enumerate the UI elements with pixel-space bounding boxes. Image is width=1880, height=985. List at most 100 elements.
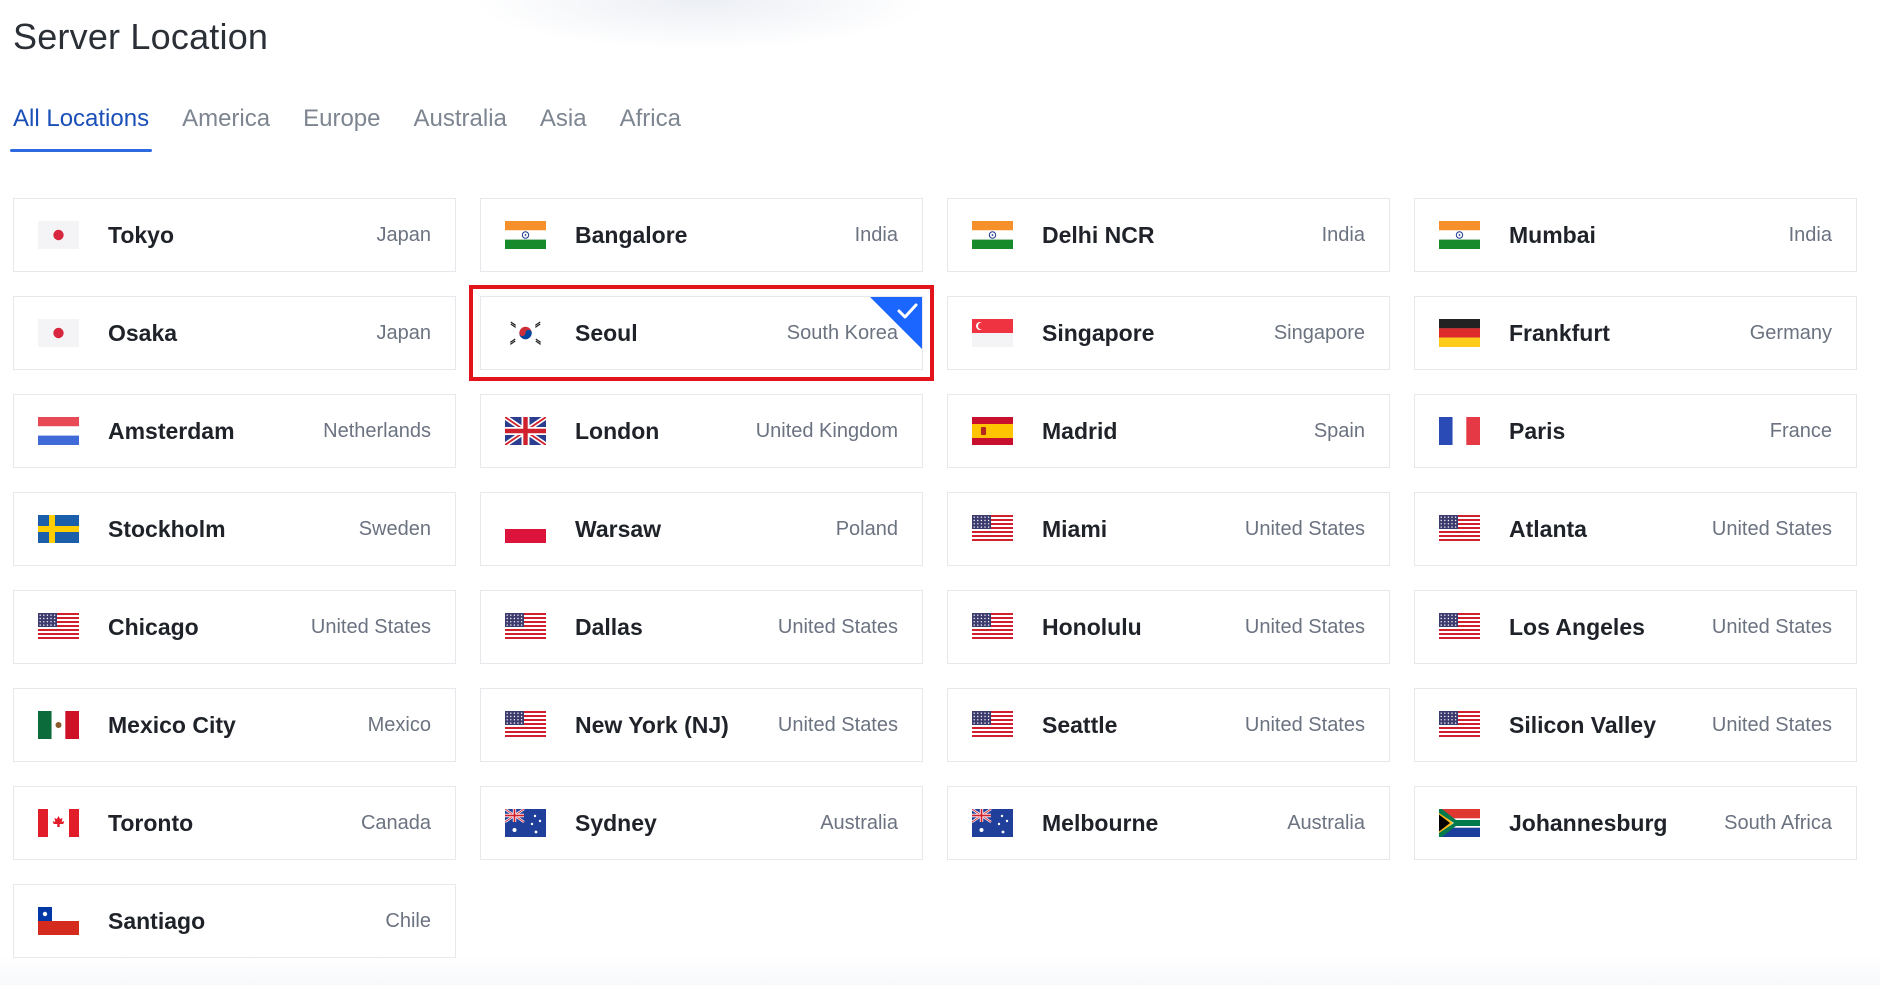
us-flag-icon bbox=[38, 613, 79, 641]
location-country: United States bbox=[1244, 615, 1365, 638]
location-city: London bbox=[575, 417, 660, 444]
location-city: Mumbai bbox=[1509, 221, 1596, 248]
pl-flag-icon bbox=[505, 515, 546, 543]
location-country: South Africa bbox=[1724, 811, 1832, 834]
au-flag-icon bbox=[505, 809, 546, 837]
us-flag-icon bbox=[505, 711, 546, 739]
location-card-london[interactable]: London United Kingdom bbox=[480, 394, 923, 468]
location-card-santiago[interactable]: Santiago Chile bbox=[13, 884, 456, 958]
location-card-johannesburg[interactable]: Johannesburg South Africa bbox=[1414, 786, 1857, 860]
location-city: Dallas bbox=[575, 613, 643, 640]
location-card-mumbai[interactable]: Mumbai India bbox=[1414, 198, 1857, 272]
location-city: Mexico City bbox=[108, 711, 236, 738]
location-city: Stockholm bbox=[108, 515, 226, 542]
location-country: India bbox=[1321, 223, 1365, 246]
tab-asia[interactable]: Asia bbox=[540, 104, 587, 152]
location-card-osaka[interactable]: Osaka Japan bbox=[13, 296, 456, 370]
fr-flag-icon bbox=[1439, 417, 1480, 445]
location-card-warsaw[interactable]: Warsaw Poland bbox=[480, 492, 923, 566]
tab-all-locations[interactable]: All Locations bbox=[9, 104, 153, 152]
location-card-atlanta[interactable]: Atlanta United States bbox=[1414, 492, 1857, 566]
location-country: United States bbox=[777, 615, 898, 638]
location-city: Sydney bbox=[575, 809, 657, 836]
us-flag-icon bbox=[505, 613, 546, 641]
location-city: Paris bbox=[1509, 417, 1566, 444]
location-city: Santiago bbox=[108, 907, 206, 934]
location-city: Chicago bbox=[108, 613, 199, 640]
location-city: Miami bbox=[1042, 515, 1108, 542]
sg-flag-icon bbox=[972, 319, 1013, 347]
location-card-seattle[interactable]: Seattle United States bbox=[947, 688, 1390, 762]
location-country: United States bbox=[1244, 713, 1365, 736]
location-city: Delhi NCR bbox=[1042, 221, 1155, 248]
location-card-silicon-valley[interactable]: Silicon Valley United States bbox=[1414, 688, 1857, 762]
location-card-stockholm[interactable]: Stockholm Sweden bbox=[13, 492, 456, 566]
location-city: Singapore bbox=[1042, 319, 1155, 346]
location-card-paris[interactable]: Paris France bbox=[1414, 394, 1857, 468]
location-card-tokyo[interactable]: Tokyo Japan bbox=[13, 198, 456, 272]
bottom-fade bbox=[0, 955, 1880, 985]
location-country: Netherlands bbox=[323, 419, 431, 442]
location-card-honolulu[interactable]: Honolulu United States bbox=[947, 590, 1390, 664]
mx-flag-icon bbox=[38, 711, 79, 739]
in-flag-icon bbox=[1439, 221, 1480, 249]
selected-check-icon bbox=[870, 297, 922, 349]
cl-flag-icon bbox=[38, 907, 79, 935]
tab-europe[interactable]: Europe bbox=[303, 104, 380, 152]
location-card-frankfurt[interactable]: Frankfurt Germany bbox=[1414, 296, 1857, 370]
gb-flag-icon bbox=[505, 417, 546, 445]
location-card-sydney[interactable]: Sydney Australia bbox=[480, 786, 923, 860]
tab-australia[interactable]: Australia bbox=[414, 104, 507, 152]
location-card-amsterdam[interactable]: Amsterdam Netherlands bbox=[13, 394, 456, 468]
de-flag-icon bbox=[1439, 319, 1480, 347]
location-city: Silicon Valley bbox=[1509, 711, 1657, 738]
location-card-madrid[interactable]: Madrid Spain bbox=[947, 394, 1390, 468]
location-card-mexico-city[interactable]: Mexico City Mexico bbox=[13, 688, 456, 762]
tab-america[interactable]: America bbox=[182, 104, 270, 152]
location-country: United States bbox=[310, 615, 431, 638]
location-country: Japan bbox=[376, 223, 432, 246]
location-city: Warsaw bbox=[575, 515, 662, 542]
location-country: India bbox=[854, 223, 898, 246]
location-city: Tokyo bbox=[108, 221, 175, 248]
location-card-singapore[interactable]: Singapore Singapore bbox=[947, 296, 1390, 370]
location-card-delhi-ncr[interactable]: Delhi NCR India bbox=[947, 198, 1390, 272]
location-card-dallas[interactable]: Dallas United States bbox=[480, 590, 923, 664]
location-country: Poland bbox=[835, 517, 898, 540]
location-city: Osaka bbox=[108, 319, 178, 346]
location-country: Japan bbox=[376, 321, 432, 344]
location-card-miami[interactable]: Miami United States bbox=[947, 492, 1390, 566]
location-card-toronto[interactable]: Toronto Canada bbox=[13, 786, 456, 860]
tab-africa[interactable]: Africa bbox=[620, 104, 681, 152]
location-card-seoul[interactable]: Seoul South Korea bbox=[469, 285, 934, 381]
location-card-los-angeles[interactable]: Los Angeles United States bbox=[1414, 590, 1857, 664]
location-country: Sweden bbox=[358, 517, 431, 540]
kr-flag-icon bbox=[505, 319, 546, 347]
location-city: Madrid bbox=[1042, 417, 1118, 444]
jp-flag-icon bbox=[38, 221, 79, 249]
location-card-chicago[interactable]: Chicago United States bbox=[13, 590, 456, 664]
jp-flag-icon bbox=[38, 319, 79, 347]
location-country: Singapore bbox=[1273, 321, 1365, 344]
location-card-bangalore[interactable]: Bangalore India bbox=[480, 198, 923, 272]
location-card-melbourne[interactable]: Melbourne Australia bbox=[947, 786, 1390, 860]
location-country: France bbox=[1769, 419, 1832, 442]
ca-flag-icon bbox=[38, 809, 79, 837]
location-country: United States bbox=[1711, 713, 1832, 736]
location-city: Frankfurt bbox=[1509, 319, 1610, 346]
location-country: United States bbox=[1244, 517, 1365, 540]
location-city: Los Angeles bbox=[1509, 613, 1645, 640]
se-flag-icon bbox=[38, 515, 79, 543]
location-country: Australia bbox=[820, 811, 898, 834]
location-country: Australia bbox=[1287, 811, 1365, 834]
location-city: Amsterdam bbox=[108, 417, 235, 444]
us-flag-icon bbox=[972, 711, 1013, 739]
location-city: Seoul bbox=[575, 319, 638, 346]
au-flag-icon bbox=[972, 809, 1013, 837]
location-city: Toronto bbox=[108, 809, 194, 836]
location-city: Bangalore bbox=[575, 221, 688, 248]
es-flag-icon bbox=[972, 417, 1013, 445]
location-city: Melbourne bbox=[1042, 809, 1159, 836]
region-tabs: All Locations America Europe Australia Asia A… bbox=[9, 104, 714, 152]
location-card-new-york-nj[interactable]: New York (NJ) United States bbox=[480, 688, 923, 762]
